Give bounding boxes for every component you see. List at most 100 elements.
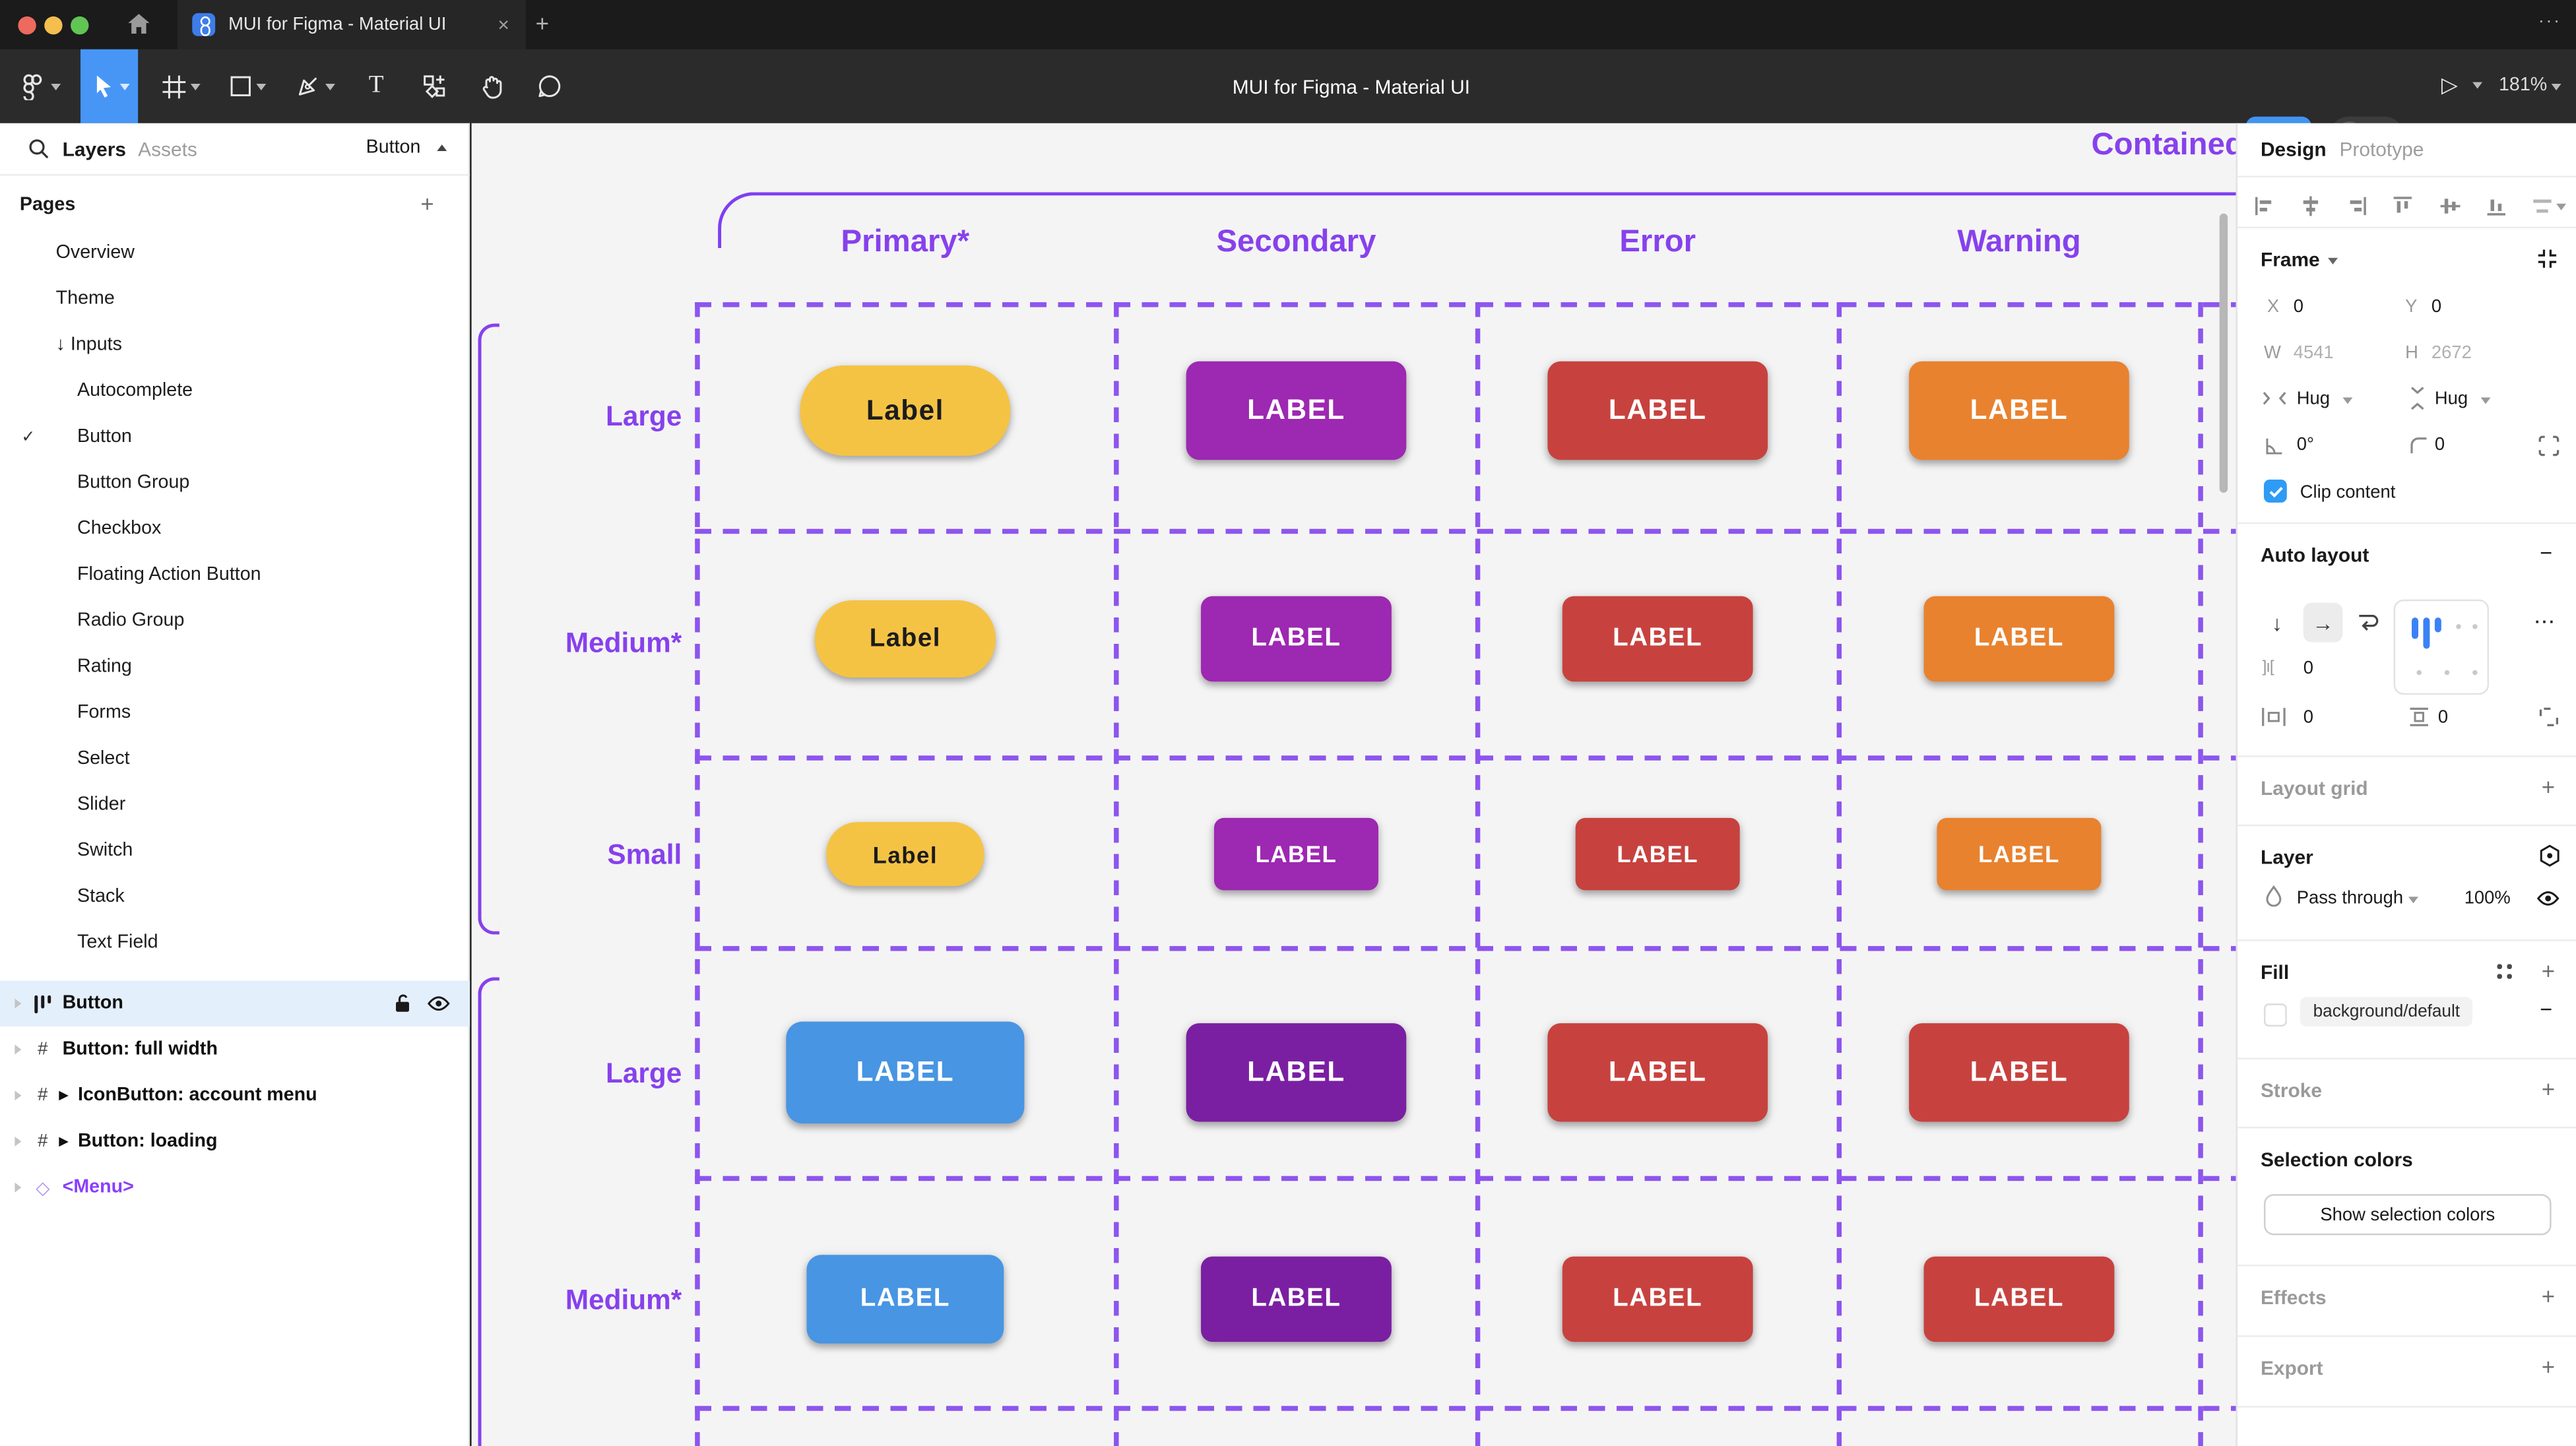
add-effect-button[interactable]: + bbox=[2542, 1283, 2555, 1309]
align-horizontal-center-icon[interactable] bbox=[2300, 195, 2321, 216]
canvas-button[interactable]: LABEL bbox=[786, 1022, 1024, 1123]
clip-content-checkbox[interactable] bbox=[2264, 480, 2287, 503]
hug-v-chevron-icon[interactable] bbox=[2481, 398, 2491, 404]
hug-h-chevron-icon[interactable] bbox=[2342, 398, 2352, 404]
auto-layout-right-button[interactable]: → bbox=[2303, 603, 2343, 643]
sidebar-page-item[interactable]: Button Group bbox=[0, 460, 470, 506]
resources-tool-button[interactable] bbox=[410, 49, 457, 123]
canvas-button[interactable]: LABEL bbox=[1924, 596, 2115, 681]
canvas-button[interactable]: LABEL bbox=[806, 1255, 1004, 1343]
sidebar-page-item[interactable]: Overview bbox=[0, 230, 470, 276]
add-stroke-button[interactable]: + bbox=[2542, 1076, 2555, 1102]
sidebar-page-item[interactable]: Theme bbox=[0, 276, 470, 322]
main-menu-button[interactable] bbox=[10, 49, 69, 123]
canvas-button[interactable]: LABEL bbox=[1562, 596, 1753, 681]
horizontal-padding-value[interactable]: 0 bbox=[2303, 708, 2313, 728]
page-collapse-chevron-icon[interactable] bbox=[437, 144, 447, 151]
sidebar-page-item[interactable]: Floating Action Button bbox=[0, 552, 470, 598]
frame-type-chevron-icon[interactable] bbox=[2328, 258, 2338, 265]
auto-layout-alignment-pad[interactable] bbox=[2394, 600, 2489, 695]
expand-chevron-icon[interactable] bbox=[15, 1137, 21, 1147]
layer-blend-icon[interactable] bbox=[2538, 844, 2561, 867]
auto-layout-more-icon[interactable]: ··· bbox=[2535, 614, 2556, 632]
zoom-window-button[interactable] bbox=[71, 16, 88, 34]
y-value[interactable]: 0 bbox=[2431, 298, 2441, 317]
x-value[interactable]: 0 bbox=[2294, 298, 2303, 317]
tab-design[interactable]: Design bbox=[2261, 138, 2327, 161]
frame-title[interactable]: Contained bbox=[2092, 128, 2236, 164]
titlebar-more-icon[interactable]: ··· bbox=[2538, 11, 2561, 31]
canvas-button[interactable]: LABEL bbox=[1924, 1257, 2115, 1342]
w-value[interactable]: 4541 bbox=[2294, 343, 2334, 363]
tab-layers[interactable]: Layers bbox=[63, 138, 126, 161]
hug-vertical-value[interactable]: Hug bbox=[2435, 389, 2468, 409]
canvas-button[interactable]: Label bbox=[800, 365, 1011, 456]
canvas-button[interactable]: LABEL bbox=[1186, 1023, 1407, 1121]
hand-tool-button[interactable] bbox=[468, 49, 515, 123]
align-right-icon[interactable] bbox=[2346, 195, 2367, 216]
canvas-button[interactable]: LABEL bbox=[1937, 818, 2101, 891]
tab-assets[interactable]: Assets bbox=[138, 138, 197, 161]
present-button[interactable]: ▷ bbox=[2441, 73, 2458, 99]
layer-visibility-eye-icon[interactable] bbox=[2536, 890, 2560, 906]
h-value[interactable]: 2672 bbox=[2431, 343, 2472, 363]
remove-auto-layout-button[interactable]: − bbox=[2540, 540, 2552, 565]
align-vertical-center-icon[interactable] bbox=[2439, 195, 2460, 216]
distribute-menu-button[interactable] bbox=[2532, 195, 2566, 216]
close-tab-icon[interactable]: × bbox=[498, 13, 509, 36]
sidebar-page-item[interactable]: Checkbox bbox=[0, 506, 470, 552]
canvas-button[interactable]: LABEL bbox=[1562, 1257, 1753, 1342]
canvas-button[interactable]: LABEL bbox=[1576, 818, 1740, 891]
sidebar-page-item[interactable]: Autocomplete bbox=[0, 368, 470, 414]
layer-row-frame[interactable]: # ▶ Button: loading bbox=[0, 1119, 470, 1165]
clip-content-label[interactable]: Clip content bbox=[2300, 483, 2396, 503]
sidebar-page-item[interactable]: Text Field bbox=[0, 920, 470, 966]
canvas-button[interactable]: LABEL bbox=[1186, 362, 1407, 460]
sidebar-page-item[interactable]: Switch bbox=[0, 828, 470, 874]
frame-section-title[interactable]: Frame bbox=[2261, 248, 2320, 271]
hug-horizontal-value[interactable]: Hug bbox=[2297, 389, 2330, 409]
expand-chevron-icon[interactable] bbox=[15, 1045, 21, 1055]
auto-layout-down-button[interactable]: ↓ bbox=[2257, 603, 2297, 643]
canvas-button[interactable]: Label bbox=[815, 600, 996, 677]
blend-mode-chevron-icon[interactable] bbox=[2408, 896, 2418, 903]
canvas-button[interactable]: LABEL bbox=[1909, 1023, 2129, 1121]
layer-row-frame[interactable]: # Button: full width bbox=[0, 1026, 470, 1073]
new-tab-button[interactable]: + bbox=[536, 10, 549, 36]
align-top-icon[interactable] bbox=[2393, 195, 2414, 216]
current-page-selector[interactable]: Button bbox=[366, 138, 421, 158]
blend-mode-value[interactable]: Pass through bbox=[2297, 889, 2403, 908]
layer-row-button-selected[interactable]: Button bbox=[0, 980, 470, 1026]
sidebar-page-item[interactable]: Stack bbox=[0, 874, 470, 920]
sidebar-page-item[interactable]: Rating bbox=[0, 644, 470, 690]
independent-corners-icon[interactable] bbox=[2538, 435, 2560, 456]
add-layout-grid-button[interactable]: + bbox=[2542, 774, 2555, 800]
remove-fill-button[interactable]: − bbox=[2540, 997, 2552, 1021]
text-tool-button[interactable]: T bbox=[353, 49, 399, 123]
canvas-button[interactable]: LABEL bbox=[1201, 596, 1392, 681]
rotation-value[interactable]: 0° bbox=[2297, 435, 2314, 455]
canvas-button[interactable]: LABEL bbox=[1547, 362, 1768, 460]
align-left-icon[interactable] bbox=[2254, 195, 2275, 216]
canvas-button[interactable]: LABEL bbox=[1214, 818, 1378, 891]
frame-tool-button[interactable] bbox=[154, 49, 207, 123]
unlock-icon[interactable] bbox=[395, 993, 411, 1013]
shape-tool-button[interactable] bbox=[222, 49, 274, 123]
add-export-button[interactable]: + bbox=[2542, 1354, 2555, 1380]
canvas-scrollbar[interactable] bbox=[2220, 214, 2228, 493]
layer-row-instance[interactable]: ◇ <Menu> bbox=[0, 1164, 470, 1210]
tab-prototype[interactable]: Prototype bbox=[2339, 138, 2424, 161]
show-selection-colors-button[interactable]: Show selection colors bbox=[2264, 1194, 2552, 1235]
zoom-chevron-icon[interactable] bbox=[2552, 84, 2561, 90]
sidebar-page-item-current[interactable]: ✓Button bbox=[0, 414, 470, 460]
canvas[interactable]: Contained Primary* Secondary Error Warni… bbox=[472, 123, 2236, 1446]
opacity-value[interactable]: 100% bbox=[2464, 889, 2511, 908]
present-options-chevron-icon[interactable] bbox=[2472, 82, 2482, 88]
align-bottom-icon[interactable] bbox=[2486, 195, 2507, 216]
sidebar-page-item[interactable]: Forms bbox=[0, 690, 470, 736]
expand-chevron-icon[interactable] bbox=[15, 1183, 21, 1193]
sidebar-page-item[interactable]: Select bbox=[0, 736, 470, 782]
canvas-button[interactable]: LABEL bbox=[1547, 1023, 1768, 1121]
close-window-button[interactable] bbox=[18, 16, 36, 34]
home-icon[interactable] bbox=[127, 11, 151, 36]
